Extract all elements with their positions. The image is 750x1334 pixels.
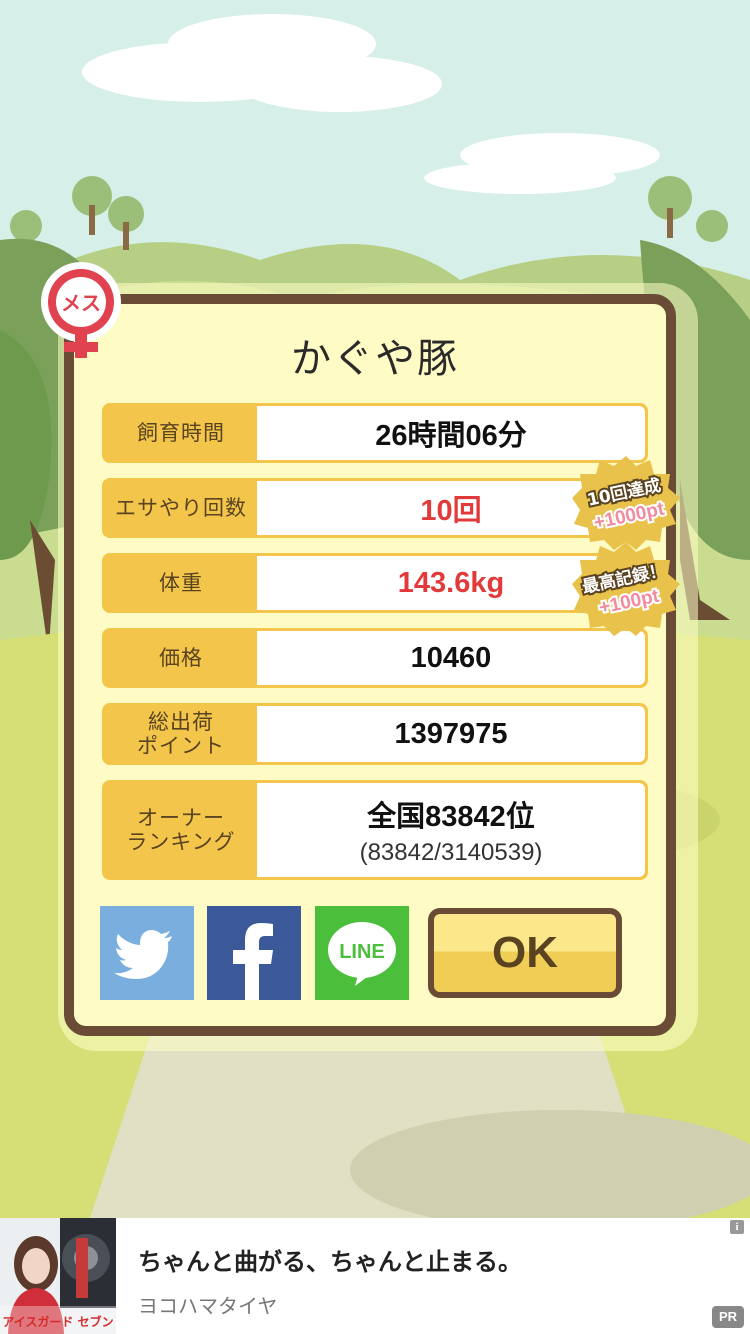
twitter-share-button[interactable] [100, 906, 194, 1000]
facebook-icon [233, 923, 273, 1000]
line-logo-text: LINE [339, 941, 385, 963]
stat-label: エサやり回数 [115, 496, 247, 520]
ok-button[interactable]: OK [428, 908, 622, 998]
ad-info-icon[interactable]: i [730, 1220, 744, 1234]
stat-value: 10460 [257, 631, 645, 685]
stat-row-weight: 体重 143.6kg [102, 553, 648, 613]
stat-row-shipping-points: 総出荷 ポイント 1397975 [102, 703, 648, 765]
stat-row-price: 価格 10460 [102, 628, 648, 688]
facebook-share-button[interactable] [207, 906, 301, 1000]
ad-headline[interactable]: ちゃんと曲がる、ちゃんと止まる。 [138, 1242, 522, 1277]
stat-label: オーナー ランキング [126, 806, 236, 854]
ad-banner[interactable]: アイスガード セブン ちゃんと曲がる、ちゃんと止まる。 ヨコハマタイヤ i PR [0, 1218, 750, 1334]
stat-row-raising-time: 飼育時間 26時間06分 [102, 403, 648, 463]
ranking-value: 全国83842位 [367, 801, 535, 833]
ranking-detail: (83842/3140539) [359, 839, 543, 866]
ok-button-label: OK [492, 928, 558, 977]
ad-thumbnail[interactable]: アイスガード セブン [0, 1218, 116, 1334]
stat-value: 1397975 [257, 706, 645, 762]
stat-label: 総出荷 ポイント [137, 710, 225, 758]
line-share-button[interactable]: LINE [315, 906, 409, 1000]
pig-name-title: かぐや豚 [291, 336, 459, 382]
stat-row-feed-count: エサやり回数 10回 [102, 478, 648, 538]
stat-label: 体重 [159, 571, 203, 595]
ad-advertiser: ヨコハマタイヤ [138, 1294, 278, 1318]
twitter-icon [114, 930, 172, 979]
line-icon: LINE [328, 922, 396, 986]
stat-label: 飼育時間 [137, 421, 225, 445]
achievement-badge-feed: 10回達成 +1000pt [572, 454, 680, 550]
stat-value: 全国83842位 (83842/3140539) [257, 783, 645, 877]
stat-row-owner-ranking: オーナー ランキング 全国83842位 (83842/3140539) [102, 780, 648, 880]
stat-label: 価格 [159, 646, 203, 670]
ad-thumb-text: アイスガード セブン [2, 1314, 113, 1329]
achievement-badge-record: 最高記録！ +100pt [572, 540, 680, 636]
stat-value: 26時間06分 [257, 406, 645, 460]
ad-pr-label: PR [712, 1306, 744, 1328]
gender-badge-text: メス [61, 291, 101, 315]
